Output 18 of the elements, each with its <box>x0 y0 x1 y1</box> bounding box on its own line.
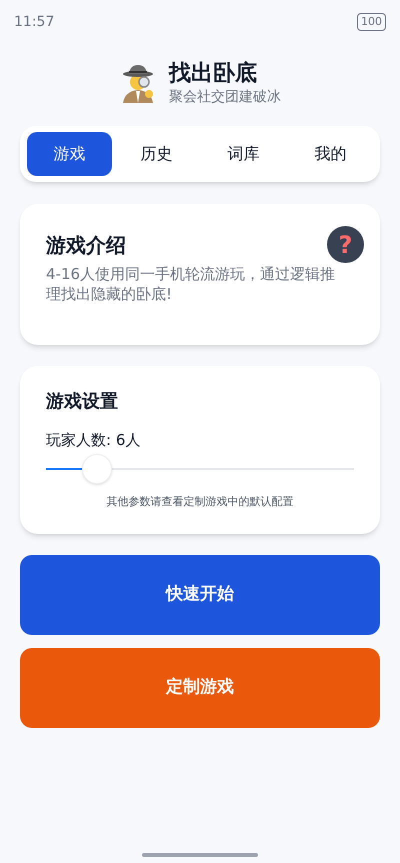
app-subtitle: 聚会社交团建破冰 <box>169 88 281 106</box>
players-label: 玩家人数: 6人 <box>46 430 142 451</box>
status-time: 11:57 <box>14 12 54 32</box>
settings-note: 其他参数请查看定制游戏中的默认配置 <box>106 494 294 510</box>
quick-start-button[interactable]: 快速开始 <box>20 555 380 635</box>
intro-text: 4-16人使用同一手机轮流游玩，通过逻辑推理找出隐藏的卧底! <box>46 264 336 304</box>
app-title: 找出卧底 <box>169 60 258 88</box>
tab[interactable]: 词库 <box>201 132 286 176</box>
battery-level: 100 <box>357 12 386 32</box>
tab[interactable]: 我的 <box>288 132 373 176</box>
help-button[interactable]: ? <box>327 226 364 263</box>
custom-game-button[interactable]: 定制游戏 <box>20 648 380 728</box>
slider-thumb[interactable] <box>82 454 112 484</box>
tab[interactable]: 游戏 <box>27 132 112 176</box>
players-slider[interactable] <box>46 454 354 484</box>
settings-title: 游戏设置 <box>46 390 119 414</box>
tab[interactable]: 历史 <box>114 132 199 176</box>
intro-title: 游戏介绍 <box>46 232 126 259</box>
